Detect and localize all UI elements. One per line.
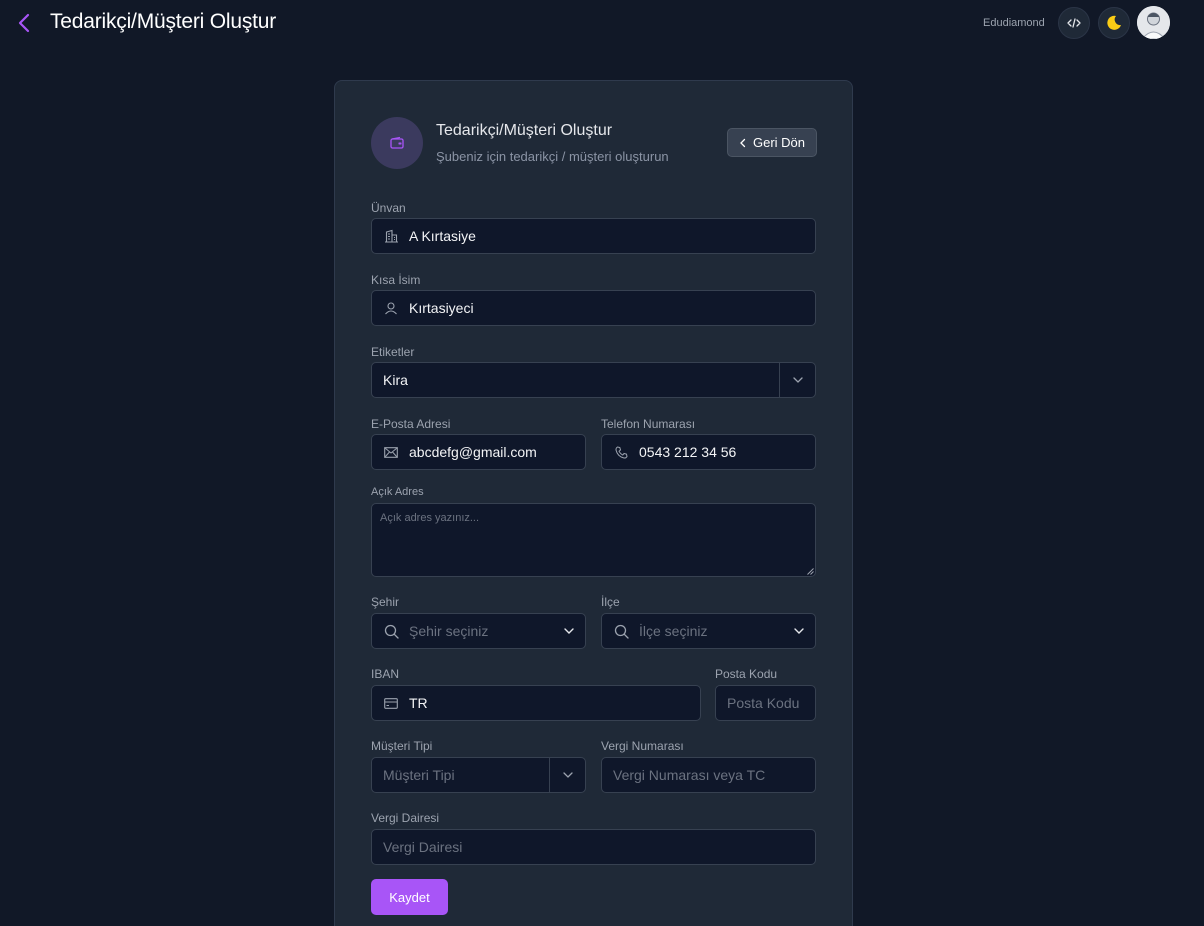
adres-textarea[interactable] (371, 503, 816, 577)
musteri-tipi-select[interactable]: Müşteri Tipi (371, 757, 586, 793)
card-title: Tedarikçi/Müşteri Oluştur (436, 122, 613, 139)
dev-tools-button[interactable] (1058, 7, 1090, 39)
chevron-down-icon (562, 772, 573, 778)
iban-field[interactable]: TR (371, 685, 701, 721)
brand-name: Edudiamond (983, 17, 1045, 29)
moon-icon (1107, 15, 1121, 30)
kisa-isim-field[interactable]: Kırtasiyeci (371, 290, 816, 326)
wallet-icon (390, 136, 404, 149)
telefon-label: Telefon Numarası (601, 417, 696, 431)
sehir-placeholder: Şehir seçiniz (409, 623, 489, 639)
chevron-left-icon (740, 138, 746, 147)
top-bar: Tedarikçi/Müşteri Oluştur Edudiamond (0, 0, 1204, 46)
back-button[interactable]: Geri Dön (727, 128, 817, 157)
page-title: Tedarikçi/Müşteri Oluştur (50, 10, 277, 33)
chevron-down-icon (564, 628, 574, 634)
chevron-down-icon (792, 377, 803, 383)
telefon-value: 0543 212 34 56 (639, 444, 737, 460)
building-icon (383, 228, 399, 244)
ilce-select[interactable]: İlçe seçiniz (601, 613, 816, 649)
posta-kodu-field[interactable]: Posta Kodu (715, 685, 816, 721)
avatar-icon (1137, 6, 1170, 39)
back-arrow-icon[interactable] (14, 12, 34, 34)
iban-label: IBAN (371, 667, 400, 681)
iban-value: TR (409, 695, 428, 711)
vergi-dairesi-placeholder: Vergi Dairesi (383, 839, 463, 855)
theme-toggle-button[interactable] (1098, 7, 1130, 39)
etiketler-select[interactable]: Kira (371, 362, 816, 398)
posta-kodu-label: Posta Kodu (715, 667, 778, 681)
email-value: abcdefg@gmail.com (409, 444, 537, 460)
telefon-field[interactable]: 0543 212 34 56 (601, 434, 816, 470)
mail-icon (383, 444, 399, 460)
code-icon (1067, 18, 1081, 28)
ilce-placeholder: İlçe seçiniz (639, 623, 708, 639)
header-icon-circle (371, 117, 423, 169)
chevron-down-icon (794, 628, 804, 634)
vergi-no-field[interactable]: Vergi Numarası veya TC (601, 757, 816, 793)
vergi-dairesi-label: Vergi Dairesi (371, 811, 440, 825)
kisa-isim-label: Kısa İsim (371, 273, 421, 287)
form-card: Tedarikçi/Müşteri Oluştur Şubeniz için t… (334, 80, 853, 926)
kisa-isim-value: Kırtasiyeci (409, 300, 474, 316)
resize-handle-icon[interactable] (807, 568, 814, 575)
etiketler-label: Etiketler (371, 345, 415, 359)
musteri-tipi-dropdown-toggle[interactable] (549, 758, 585, 792)
search-icon (383, 623, 399, 639)
unvan-field[interactable]: A Kırtasiye (371, 218, 816, 254)
user-avatar[interactable] (1137, 6, 1170, 39)
etiketler-dropdown-toggle[interactable] (779, 363, 815, 397)
user-icon (383, 300, 399, 316)
sehir-label: Şehir (371, 595, 400, 609)
vergi-no-label: Vergi Numarası (601, 739, 684, 753)
card-icon (383, 695, 399, 711)
card-subtitle: Şubeniz için tedarikçi / müşteri oluştur… (436, 149, 669, 164)
ilce-label: İlçe (601, 595, 620, 609)
unvan-value: A Kırtasiye (409, 228, 476, 244)
posta-kodu-placeholder: Posta Kodu (727, 695, 800, 711)
etiketler-value: Kira (383, 372, 408, 388)
search-icon (613, 623, 629, 639)
save-button[interactable]: Kaydet (371, 879, 448, 915)
email-field[interactable]: abcdefg@gmail.com (371, 434, 586, 470)
email-label: E-Posta Adresi (371, 417, 451, 431)
phone-icon (613, 444, 629, 460)
back-button-label: Geri Dön (752, 135, 806, 150)
musteri-tipi-label: Müşteri Tipi (371, 739, 433, 753)
vergi-no-placeholder: Vergi Numarası veya TC (613, 767, 766, 783)
musteri-tipi-placeholder: Müşteri Tipi (383, 767, 455, 783)
sehir-select[interactable]: Şehir seçiniz (371, 613, 586, 649)
adres-label: Açık Adres (371, 486, 424, 498)
unvan-label: Ünvan (371, 201, 406, 215)
vergi-dairesi-field[interactable]: Vergi Dairesi (371, 829, 816, 865)
